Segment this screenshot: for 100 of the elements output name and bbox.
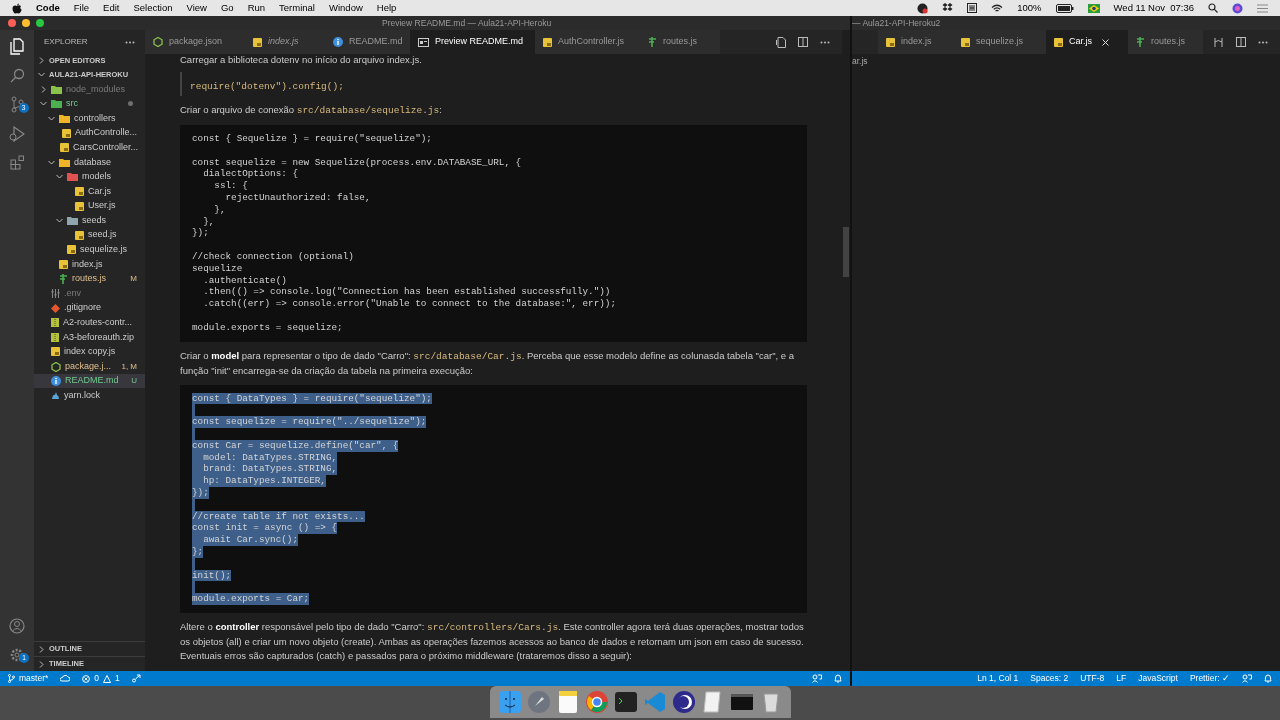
folder-row[interactable]: controllers (34, 111, 145, 126)
file-row[interactable]: index copy.js (34, 344, 145, 360)
folder-row[interactable]: database (34, 154, 145, 170)
menu-item[interactable]: Window (329, 0, 363, 16)
compare-icon[interactable] (1213, 36, 1224, 48)
branch-status[interactable]: master* (8, 672, 49, 685)
split-editor-icon[interactable] (798, 37, 808, 47)
more-icon[interactable] (1258, 40, 1268, 44)
folder-row[interactable]: models (34, 169, 145, 185)
feedback-icon[interactable] (812, 674, 822, 683)
file-row[interactable]: index.js (34, 257, 145, 272)
crescent-icon[interactable] (671, 690, 696, 714)
file-row[interactable]: Car.js (34, 184, 145, 199)
more-icon[interactable] (125, 40, 135, 44)
minimize-window-button[interactable] (22, 19, 30, 27)
menu-item[interactable]: Run (247, 0, 266, 16)
editor-tab[interactable]: index.js (878, 30, 953, 54)
smiley-face-icon[interactable] (497, 690, 522, 714)
battery-icon[interactable] (1055, 3, 1074, 13)
editor-tab[interactable]: Car.js (1046, 30, 1128, 54)
menu-item[interactable]: Edit (103, 0, 120, 16)
source-file-icon[interactable] (776, 36, 786, 48)
status-item[interactable]: Spaces: 2 (1030, 672, 1069, 685)
js-file-icon (253, 37, 262, 47)
status-item[interactable]: Prettier: ✓ (1189, 672, 1230, 685)
menu-item[interactable]: View (186, 0, 207, 16)
diamond-icon (51, 303, 60, 313)
editor-tab[interactable]: README.md (325, 30, 410, 54)
js-file-icon (543, 37, 552, 47)
menu-item[interactable]: Code (36, 0, 60, 16)
status-item[interactable]: JavaScript (1138, 672, 1178, 685)
circle-logo-icon[interactable] (584, 690, 609, 714)
file-name: sequelize.js (80, 243, 129, 257)
sync-icon[interactable] (60, 675, 71, 682)
menu-item[interactable]: Go (220, 0, 234, 16)
editor-tab[interactable]: routes.js (640, 30, 720, 54)
account-icon[interactable] (9, 618, 25, 634)
file-name: index copy.js (64, 345, 117, 359)
file-name: database (74, 155, 113, 169)
folder-row[interactable]: src (34, 96, 145, 112)
menu-item[interactable]: Terminal (279, 0, 315, 16)
folder-row[interactable]: seeds (34, 213, 145, 228)
file-row[interactable]: User.js (34, 198, 145, 214)
file-row[interactable]: .env (34, 286, 145, 301)
file-row[interactable]: routes.js M (34, 271, 145, 287)
file-row[interactable]: README.md U (34, 373, 145, 389)
editor-tab[interactable]: sequelize.js (953, 30, 1046, 54)
list-icon[interactable] (1257, 3, 1268, 13)
status-item[interactable]: LF (1116, 672, 1127, 685)
editor-tab[interactable]: index.js (245, 30, 325, 54)
bell-icon[interactable] (834, 674, 842, 683)
file-row[interactable]: CarsController... (34, 140, 145, 155)
file-row[interactable]: .gitignore (34, 300, 145, 316)
file-name: controllers (74, 111, 117, 125)
editor-tab[interactable]: routes.js (1128, 30, 1203, 54)
file-row[interactable]: A3-beforeauth.zip (34, 330, 145, 345)
record-icon[interactable] (917, 2, 929, 14)
editor-tab[interactable]: package.json (145, 30, 245, 54)
folder-row[interactable]: node_modules (34, 82, 145, 97)
clock-text[interactable]: Wed 11 Nov 07:36 (1113, 0, 1194, 16)
status-item[interactable]: UTF-8 (1080, 672, 1105, 685)
feedback-icon[interactable] (1242, 674, 1252, 683)
terminal-icon[interactable] (613, 690, 638, 714)
files-icon[interactable] (9, 38, 25, 55)
file-name: routes.js (72, 272, 107, 286)
source-control-icon[interactable] (9, 96, 25, 113)
breadcrumb[interactable]: ar.js (852, 54, 868, 68)
close-icon[interactable] (1102, 38, 1109, 46)
split-editor-icon[interactable] (1236, 37, 1246, 47)
problems-status[interactable]: 0 1 (82, 672, 120, 685)
file-row[interactable]: yarn.lock (34, 388, 145, 404)
editor-tab[interactable]: AuthController.js (535, 30, 640, 54)
zoom-window-button[interactable] (36, 19, 44, 27)
menu-item[interactable]: Selection (133, 0, 173, 16)
status-item[interactable]: Ln 1, Col 1 (977, 672, 1019, 685)
menu-item[interactable]: Help (376, 0, 397, 16)
run-debug-icon[interactable] (9, 126, 25, 142)
file-row[interactable]: A2-routes-contr... (34, 315, 145, 331)
apple-logo-icon[interactable] (12, 2, 22, 14)
flag-icon[interactable] (1087, 3, 1100, 13)
folder-icon (59, 157, 70, 167)
scrollbar-thumb[interactable] (843, 227, 849, 277)
git-status: U (131, 375, 137, 388)
file-row[interactable]: seed.js (34, 227, 145, 243)
file-row[interactable]: sequelize.js (34, 242, 145, 258)
file-row[interactable]: AuthControlle... (34, 125, 145, 141)
sliders-icon (51, 289, 60, 299)
grid-icon[interactable] (967, 3, 978, 13)
orb-icon[interactable] (1232, 2, 1243, 14)
search-icon[interactable] (1208, 3, 1218, 13)
extensions-icon[interactable] (9, 155, 25, 170)
menu-item[interactable]: File (73, 0, 90, 16)
close-window-button[interactable] (8, 19, 16, 27)
live-share-icon[interactable] (131, 674, 141, 683)
file-row[interactable]: package.j... 1, M (34, 359, 145, 374)
js-file-icon (1054, 37, 1063, 47)
editor-tab[interactable]: Preview README.md (410, 30, 535, 54)
wifi-icon[interactable] (991, 3, 1004, 13)
bell-icon[interactable] (1264, 674, 1272, 683)
more-icon[interactable] (820, 40, 830, 44)
